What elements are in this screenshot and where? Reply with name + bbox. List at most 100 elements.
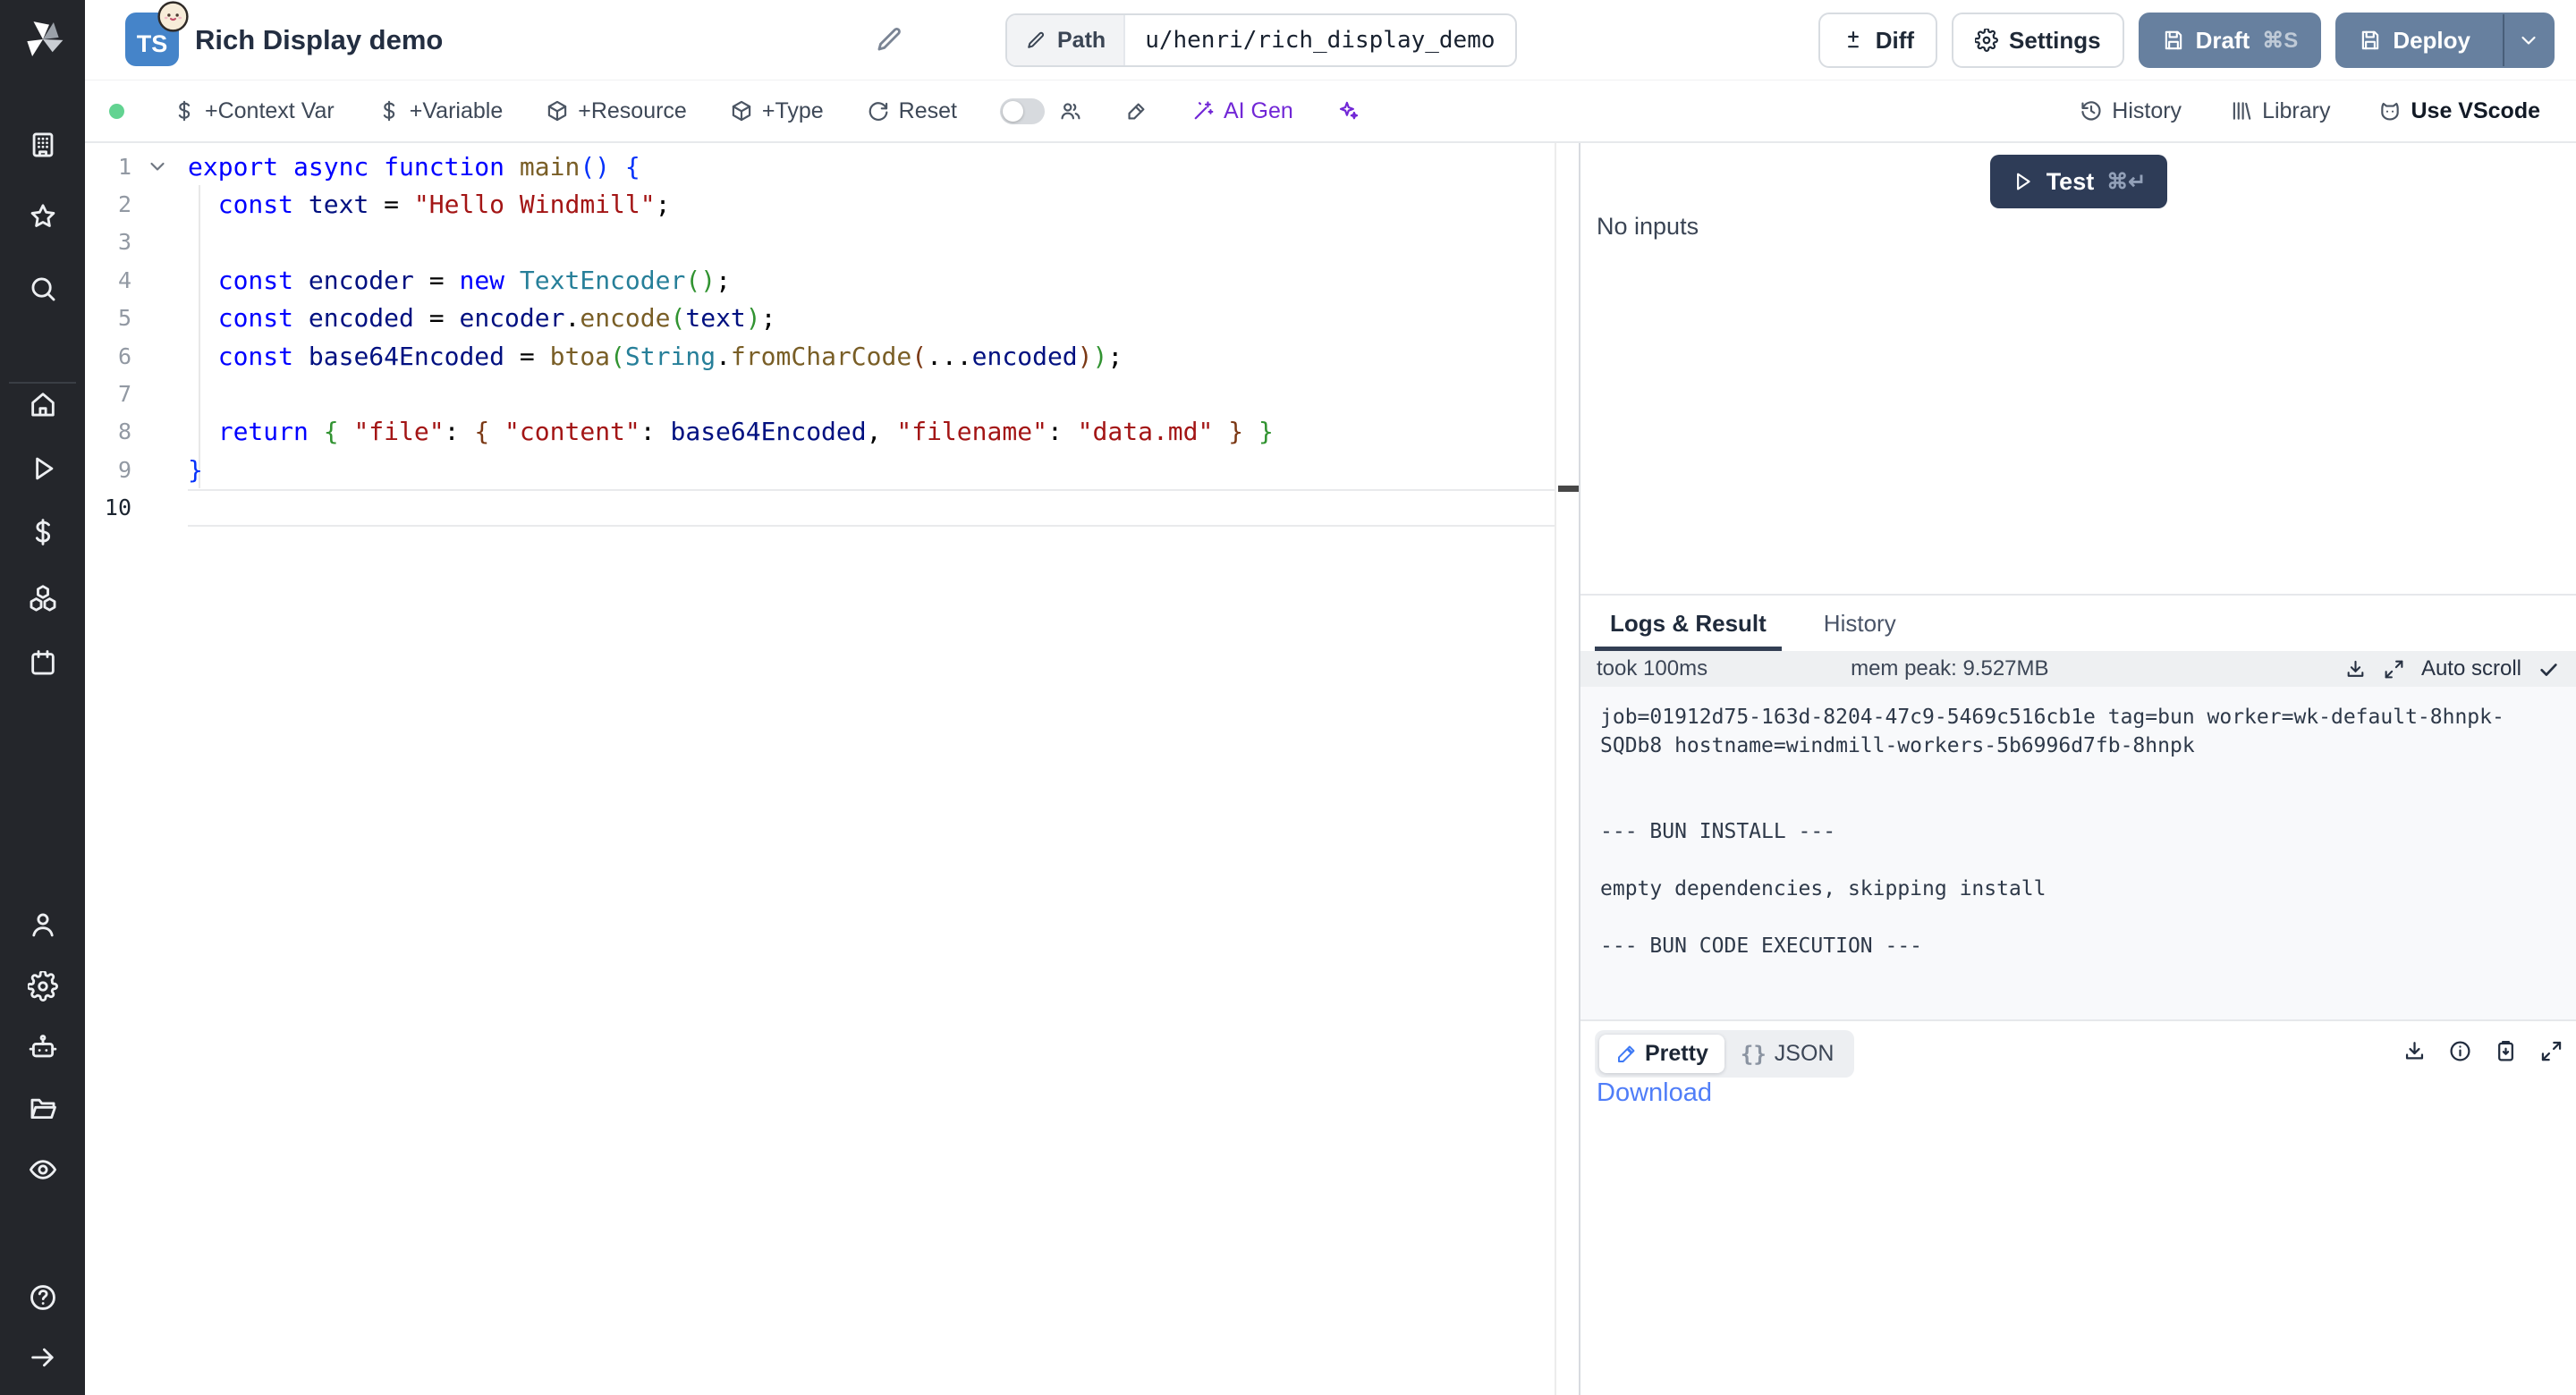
editor-scrollbar[interactable] — [1555, 143, 1579, 1395]
code-line-6[interactable]: 6 const base64Encoded = btoa(String.from… — [85, 337, 1579, 375]
toggle-knob — [1003, 101, 1023, 122]
brush-icon — [1125, 99, 1148, 123]
line-number: 7 — [85, 381, 131, 407]
add-type-button[interactable]: +Type — [730, 98, 824, 124]
download-result-icon[interactable] — [2402, 1039, 2427, 1063]
code-line-3[interactable]: 3 — [85, 224, 1579, 261]
pencil-icon — [1025, 30, 1046, 51]
robot-icon — [28, 1032, 58, 1062]
copy-clipboard-icon[interactable] — [2494, 1039, 2518, 1063]
chevron-down-icon — [2517, 29, 2540, 52]
add-context-var-button[interactable]: +Context Var — [173, 98, 335, 124]
no-inputs-text: No inputs — [1597, 213, 1699, 241]
sidebar-item-workers[interactable] — [25, 1029, 61, 1065]
braces-icon: {} — [1741, 1042, 1767, 1067]
use-vscode-label: Use VScode — [2411, 98, 2540, 124]
sidebar-expand-button[interactable] — [25, 1340, 61, 1375]
code-editor[interactable]: 1export async function main() {2 const t… — [85, 143, 1579, 1395]
bun-runtime-icon — [157, 0, 190, 33]
path-label: Path — [1057, 28, 1106, 54]
sidebar-item-audit-logs[interactable] — [25, 1152, 61, 1188]
sidebar-item-runs[interactable] — [25, 451, 61, 486]
settings-button[interactable]: Settings — [1952, 13, 2124, 68]
draft-label: Draft — [2196, 27, 2250, 55]
expand-logs-icon[interactable] — [2383, 658, 2405, 681]
code-line-10[interactable]: 10 — [85, 489, 1579, 527]
ai-sparkles-button[interactable] — [1336, 99, 1360, 123]
tab-history[interactable]: History — [1809, 596, 1911, 651]
code-line-2[interactable]: 2 const text = "Hello Windmill"; — [85, 185, 1579, 223]
package-icon — [546, 99, 569, 123]
users-icon — [1059, 99, 1082, 123]
sidebar-item-schedules[interactable] — [25, 645, 61, 681]
code-line-7[interactable]: 7 — [85, 375, 1579, 412]
view-json-button[interactable]: {} JSON — [1724, 1035, 1851, 1073]
header: TS Rich Display demo Path u/henri/rich_d… — [85, 0, 2576, 80]
type-label: +Type — [762, 98, 824, 124]
pen-icon — [1615, 1044, 1637, 1065]
test-shortcut: ⌘↵ — [2106, 169, 2146, 195]
use-vscode-button[interactable]: Use VScode — [2378, 98, 2540, 124]
editor-toolbar: +Context Var +Variable +Resource +Type R… — [85, 80, 2576, 143]
sparkles-icon — [1336, 99, 1360, 123]
windmill-script-editor: TS Rich Display demo Path u/henri/rich_d… — [0, 0, 2576, 1395]
tab-logs-result[interactable]: Logs & Result — [1595, 596, 1782, 651]
code-line-1[interactable]: 1export async function main() { — [85, 148, 1579, 185]
history-clock-icon — [2080, 99, 2103, 123]
sidebar-item-resources[interactable] — [25, 580, 61, 616]
draft-button[interactable]: Draft ⌘S — [2139, 13, 2322, 68]
code-line-4[interactable]: 4 const encoder = new TextEncoder(); — [85, 261, 1579, 299]
path-field[interactable]: Path u/henri/rich_display_demo — [1005, 13, 1517, 67]
fold-chevron-icon[interactable] — [146, 155, 169, 178]
add-resource-button[interactable]: +Resource — [546, 98, 687, 124]
reset-label: Reset — [899, 98, 957, 124]
code-line-8[interactable]: 8 return { "file": { "content": base64En… — [85, 413, 1579, 451]
info-icon[interactable] — [2448, 1039, 2472, 1063]
line-number: 6 — [85, 343, 131, 369]
library-button[interactable]: Library — [2230, 98, 2330, 124]
sidebar-item-home[interactable] — [25, 386, 61, 422]
result-view-switch: Pretty {} JSON — [1595, 1030, 1854, 1078]
resource-label: +Resource — [578, 98, 687, 124]
sidebar-item-settings[interactable] — [25, 968, 61, 1004]
package-icon — [730, 99, 753, 123]
sidebar-item-workspace[interactable] — [25, 127, 61, 163]
run-panel: Test ⌘↵ No inputs Logs & Result History … — [1580, 143, 2576, 1395]
cubes-icon — [28, 583, 58, 613]
deploy-button[interactable]: Deploy — [2337, 14, 2492, 66]
sidebar-item-variables[interactable] — [25, 514, 61, 550]
add-variable-button[interactable]: +Variable — [377, 98, 503, 124]
sidebar-item-search[interactable] — [25, 271, 61, 307]
edit-summary-button[interactable] — [872, 23, 906, 57]
sidebar-item-users[interactable] — [25, 907, 61, 943]
dollar-icon — [377, 99, 401, 123]
sidebar-item-help[interactable] — [25, 1280, 61, 1315]
windmill-logo[interactable] — [18, 14, 68, 64]
deploy-dropdown-button[interactable] — [2503, 14, 2553, 66]
download-file-link[interactable]: Download — [1597, 1078, 1712, 1108]
play-icon — [28, 453, 58, 484]
history-button[interactable]: History — [2080, 98, 2182, 124]
result-section: Pretty {} JSON Download — [1580, 1019, 2576, 1395]
code-line-9[interactable]: 9} — [85, 451, 1579, 488]
sidebar-item-favorites[interactable] — [25, 199, 61, 234]
format-code-button[interactable] — [1125, 99, 1148, 123]
check-icon[interactable] — [2538, 658, 2560, 681]
diff-button[interactable]: Diff — [1818, 13, 1937, 68]
diff-icon — [1842, 29, 1865, 52]
download-logs-icon[interactable] — [2344, 658, 2367, 681]
sidebar-item-folders[interactable] — [25, 1090, 61, 1126]
test-button[interactable]: Test ⌘↵ — [1990, 155, 2167, 208]
line-number: 3 — [85, 229, 131, 255]
expand-result-icon[interactable] — [2539, 1039, 2563, 1063]
magic-wand-icon — [1191, 99, 1215, 123]
view-pretty-button[interactable]: Pretty — [1599, 1035, 1724, 1073]
line-number: 5 — [85, 305, 131, 331]
reset-button[interactable]: Reset — [867, 98, 957, 124]
sidebar-divider — [9, 382, 76, 384]
job-logs[interactable]: job=01912d75-163d-8204-47c9-5469c516cb1e… — [1580, 687, 2576, 1019]
code-line-5[interactable]: 5 const encoded = encoder.encode(text); — [85, 300, 1579, 337]
multiplayer-toggle[interactable] — [1000, 98, 1045, 124]
content-area: 1export async function main() {2 const t… — [85, 143, 2576, 1395]
ai-gen-button[interactable]: AI Gen — [1191, 98, 1293, 124]
